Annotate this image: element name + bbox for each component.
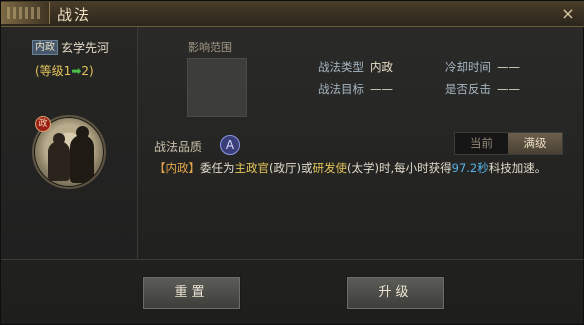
- level-from: (等级1: [35, 64, 72, 78]
- area-label: 影响范围: [188, 41, 232, 54]
- area-preview: [187, 58, 247, 117]
- skill-level: (等级1➡2): [35, 62, 94, 79]
- desc-tag: 【内政】: [154, 161, 200, 175]
- window-title: 战法: [57, 6, 92, 24]
- skill-description: 【内政】委任为主政官(政厅)或研发使(太学)时,每小时获得97.2秒科技加速。: [154, 160, 574, 177]
- footer-divider: [1, 259, 584, 260]
- skill-type-label: 战法类型: [318, 60, 364, 74]
- desc-highlight-2: 研发使: [312, 161, 347, 175]
- skill-summary-panel: 内政 玄学先河 (等级1➡2) 政: [1, 27, 138, 259]
- skill-target-label: 战法目标: [318, 82, 364, 96]
- skill-window: 战法 × 内政 玄学先河 (等级1➡2) 政 影响范围 战法类型 内政 冷却时间 ——…: [0, 0, 584, 325]
- toggle-max-level[interactable]: 满级: [508, 133, 562, 154]
- desc-text-4: 科技加速。: [488, 161, 547, 175]
- toggle-current[interactable]: 当前: [455, 133, 508, 154]
- quality-label: 战法品质: [154, 140, 203, 154]
- skill-target-value: ——: [370, 82, 393, 96]
- skill-target-row: 战法目标 ——: [318, 81, 393, 97]
- close-button[interactable]: ×: [559, 5, 577, 23]
- title-bar: 战法 ×: [1, 1, 584, 27]
- cooldown-label: 冷却时间: [445, 60, 491, 74]
- level-to: 2): [81, 64, 94, 78]
- counter-label: 是否反击: [445, 82, 491, 96]
- skill-type-value: 内政: [370, 60, 393, 74]
- counter-value: ——: [497, 82, 520, 96]
- upgrade-button[interactable]: 升级: [347, 277, 444, 309]
- desc-text-1: 委任为: [200, 161, 235, 175]
- skill-type-row: 战法类型 内政: [318, 59, 393, 75]
- desc-value: 97.2秒: [451, 161, 489, 175]
- title-emblem-icon: [1, 2, 50, 24]
- cooldown-value: ——: [497, 60, 520, 74]
- quality-grade-icon: A: [220, 135, 240, 155]
- desc-text-2: (政厅)或: [269, 161, 313, 175]
- politics-badge-icon: 政: [35, 116, 51, 132]
- desc-highlight-1: 主政官: [234, 161, 270, 175]
- counter-row: 是否反击 ——: [445, 81, 520, 97]
- skill-type-tag: 内政: [32, 40, 58, 55]
- desc-text-3: (太学)时,每小时获得: [346, 161, 452, 175]
- skill-name-row: 内政 玄学先河: [32, 39, 109, 56]
- skill-name: 玄学先河: [61, 41, 110, 55]
- cooldown-row: 冷却时间 ——: [445, 59, 520, 75]
- reset-button[interactable]: 重置: [143, 277, 240, 309]
- level-arrow-icon: ➡: [71, 64, 82, 78]
- level-toggle: 当前 满级: [454, 132, 563, 155]
